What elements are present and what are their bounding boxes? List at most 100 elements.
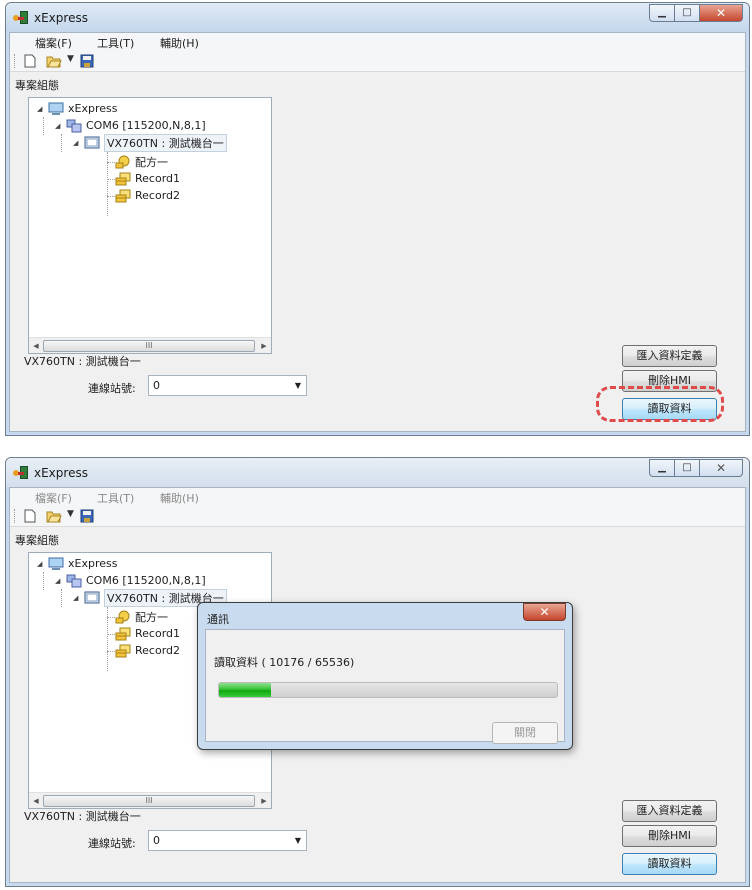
tree-node-port[interactable]: ◢ COM6 [115200,N,8,1]: [55, 117, 206, 134]
menu-bar: 檔案(F) 工具(T) 輔助(H): [10, 33, 745, 50]
minimize-icon: ▁: [658, 7, 666, 18]
recipe-icon: [115, 155, 131, 169]
menu-tools[interactable]: 工具(T): [97, 490, 134, 506]
dropdown-arrow-icon[interactable]: ▼: [67, 54, 74, 64]
scroll-left-icon[interactable]: ◀: [30, 340, 42, 352]
project-group-label: 專案組態: [15, 79, 59, 92]
scroll-left-icon[interactable]: ◀: [30, 795, 42, 807]
record-icon: [115, 189, 131, 203]
maximize-button[interactable]: □: [674, 459, 700, 477]
save-icon[interactable]: [79, 508, 95, 524]
app-icon: [13, 466, 29, 479]
station-label: 連線站號:: [88, 837, 136, 850]
highlight-annotation: [596, 386, 724, 422]
project-group-label: 專案組態: [15, 534, 59, 547]
minimize-icon: ▁: [658, 462, 666, 473]
station-value: 0: [153, 834, 160, 847]
tree-node-record1[interactable]: Record1: [115, 170, 180, 187]
record-icon: [115, 172, 131, 186]
maximize-icon: □: [682, 462, 692, 473]
menu-file[interactable]: 檔案(F): [35, 35, 72, 51]
tree-node-record2[interactable]: Record2: [115, 642, 180, 659]
maximize-icon: □: [682, 7, 692, 18]
expand-icon[interactable]: ◢: [73, 594, 81, 602]
station-select[interactable]: 0 ▼: [148, 830, 307, 851]
app-icon: [13, 11, 29, 24]
device-title: VX760TN : 測試機台一: [24, 355, 141, 368]
window-title: xExpress: [34, 11, 88, 25]
new-document-icon[interactable]: [22, 53, 38, 69]
maximize-button[interactable]: □: [674, 4, 700, 22]
toolbar-grip[interactable]: [14, 509, 16, 523]
tree-node-root[interactable]: ◢ xExpress: [37, 555, 117, 572]
device-title: VX760TN : 測試機台一: [24, 810, 141, 823]
new-document-icon[interactable]: [22, 508, 38, 524]
open-folder-icon[interactable]: [46, 53, 62, 69]
tree-node-record1[interactable]: Record1: [115, 625, 180, 642]
project-tree[interactable]: ◢ xExpress ◢ COM6 [115200,N,8,1] ◢ VX760…: [28, 97, 272, 354]
tree-node-record2[interactable]: Record2: [115, 187, 180, 204]
horizontal-scrollbar[interactable]: ◀ III ▶: [29, 792, 271, 808]
menu-tools[interactable]: 工具(T): [97, 35, 134, 51]
network-port-icon: [66, 574, 82, 588]
close-icon: ✕: [715, 6, 727, 20]
close-button[interactable]: ✕: [699, 4, 743, 22]
tree-node-recipe[interactable]: 配方一: [115, 153, 168, 170]
title-bar[interactable]: xExpress ▁ □ ✕: [6, 458, 749, 487]
horizontal-scrollbar[interactable]: ◀ III ▶: [29, 337, 271, 353]
tree-node-recipe[interactable]: 配方一: [115, 608, 168, 625]
menu-file[interactable]: 檔案(F): [35, 490, 72, 506]
window-title: xExpress: [34, 466, 88, 480]
record-icon: [115, 627, 131, 641]
scroll-right-icon[interactable]: ▶: [258, 795, 270, 807]
scroll-thumb[interactable]: III: [43, 340, 255, 352]
read-data-button[interactable]: 讀取資料: [622, 853, 717, 875]
communication-dialog: 通訊 ✕ 讀取資料 ( 10176 / 65536) 關閉: [197, 602, 573, 750]
menu-help[interactable]: 輔助(H): [160, 35, 199, 51]
progress-bar: [218, 682, 558, 698]
computer-icon: [48, 102, 64, 116]
dialog-close-button[interactable]: ✕: [523, 603, 566, 621]
station-value: 0: [153, 379, 160, 392]
toolbar-grip[interactable]: [14, 54, 16, 68]
menu-help[interactable]: 輔助(H): [160, 490, 199, 506]
network-port-icon: [66, 119, 82, 133]
save-icon[interactable]: [79, 53, 95, 69]
minimize-button[interactable]: ▁: [649, 459, 675, 477]
dialog-body: 讀取資料 ( 10176 / 65536) 關閉: [205, 629, 565, 744]
close-button[interactable]: ✕: [699, 459, 743, 477]
dialog-title: 通訊: [207, 613, 229, 626]
chevron-down-icon: ▼: [294, 836, 301, 845]
hmi-device-icon: [84, 591, 100, 605]
open-folder-icon[interactable]: [46, 508, 62, 524]
close-icon: ✕: [715, 461, 727, 475]
recipe-icon: [115, 610, 131, 624]
station-select[interactable]: 0 ▼: [148, 375, 307, 396]
tree-node-root[interactable]: ◢ xExpress: [37, 100, 117, 117]
tree-node-device[interactable]: ◢ VX760TN : 測試機台一: [73, 133, 227, 152]
title-bar[interactable]: xExpress ▁ □ ✕: [6, 3, 749, 32]
expand-icon[interactable]: ◢: [73, 139, 81, 147]
expand-icon[interactable]: ◢: [37, 560, 45, 568]
hmi-device-icon: [84, 136, 100, 150]
import-definition-button[interactable]: 匯入資料定義: [622, 800, 717, 822]
toolbar: ▼: [10, 505, 745, 527]
scroll-thumb[interactable]: III: [43, 795, 255, 807]
dialog-close-action-button[interactable]: 關閉: [492, 722, 558, 744]
scroll-right-icon[interactable]: ▶: [258, 340, 270, 352]
minimize-button[interactable]: ▁: [649, 4, 675, 22]
expand-icon[interactable]: ◢: [37, 105, 45, 113]
progress-message: 讀取資料 ( 10176 / 65536): [214, 656, 355, 669]
import-definition-button[interactable]: 匯入資料定義: [622, 345, 717, 367]
expand-icon[interactable]: ◢: [55, 577, 63, 585]
expand-icon[interactable]: ◢: [55, 122, 63, 130]
record-icon: [115, 644, 131, 658]
menu-bar: 檔案(F) 工具(T) 輔助(H): [10, 488, 745, 505]
delete-hmi-button[interactable]: 刪除HMI: [622, 825, 717, 847]
main-window: xExpress ▁ □ ✕ 檔案(F) 工具(T) 輔助(H) ▼ 專案組態 …: [5, 2, 750, 436]
screenshot-before: xExpress ▁ □ ✕ 檔案(F) 工具(T) 輔助(H) ▼ 專案組態 …: [0, 0, 752, 438]
tree-node-port[interactable]: ◢ COM6 [115200,N,8,1]: [55, 572, 206, 589]
computer-icon: [48, 557, 64, 571]
dropdown-arrow-icon[interactable]: ▼: [67, 509, 74, 519]
toolbar: ▼: [10, 50, 745, 72]
